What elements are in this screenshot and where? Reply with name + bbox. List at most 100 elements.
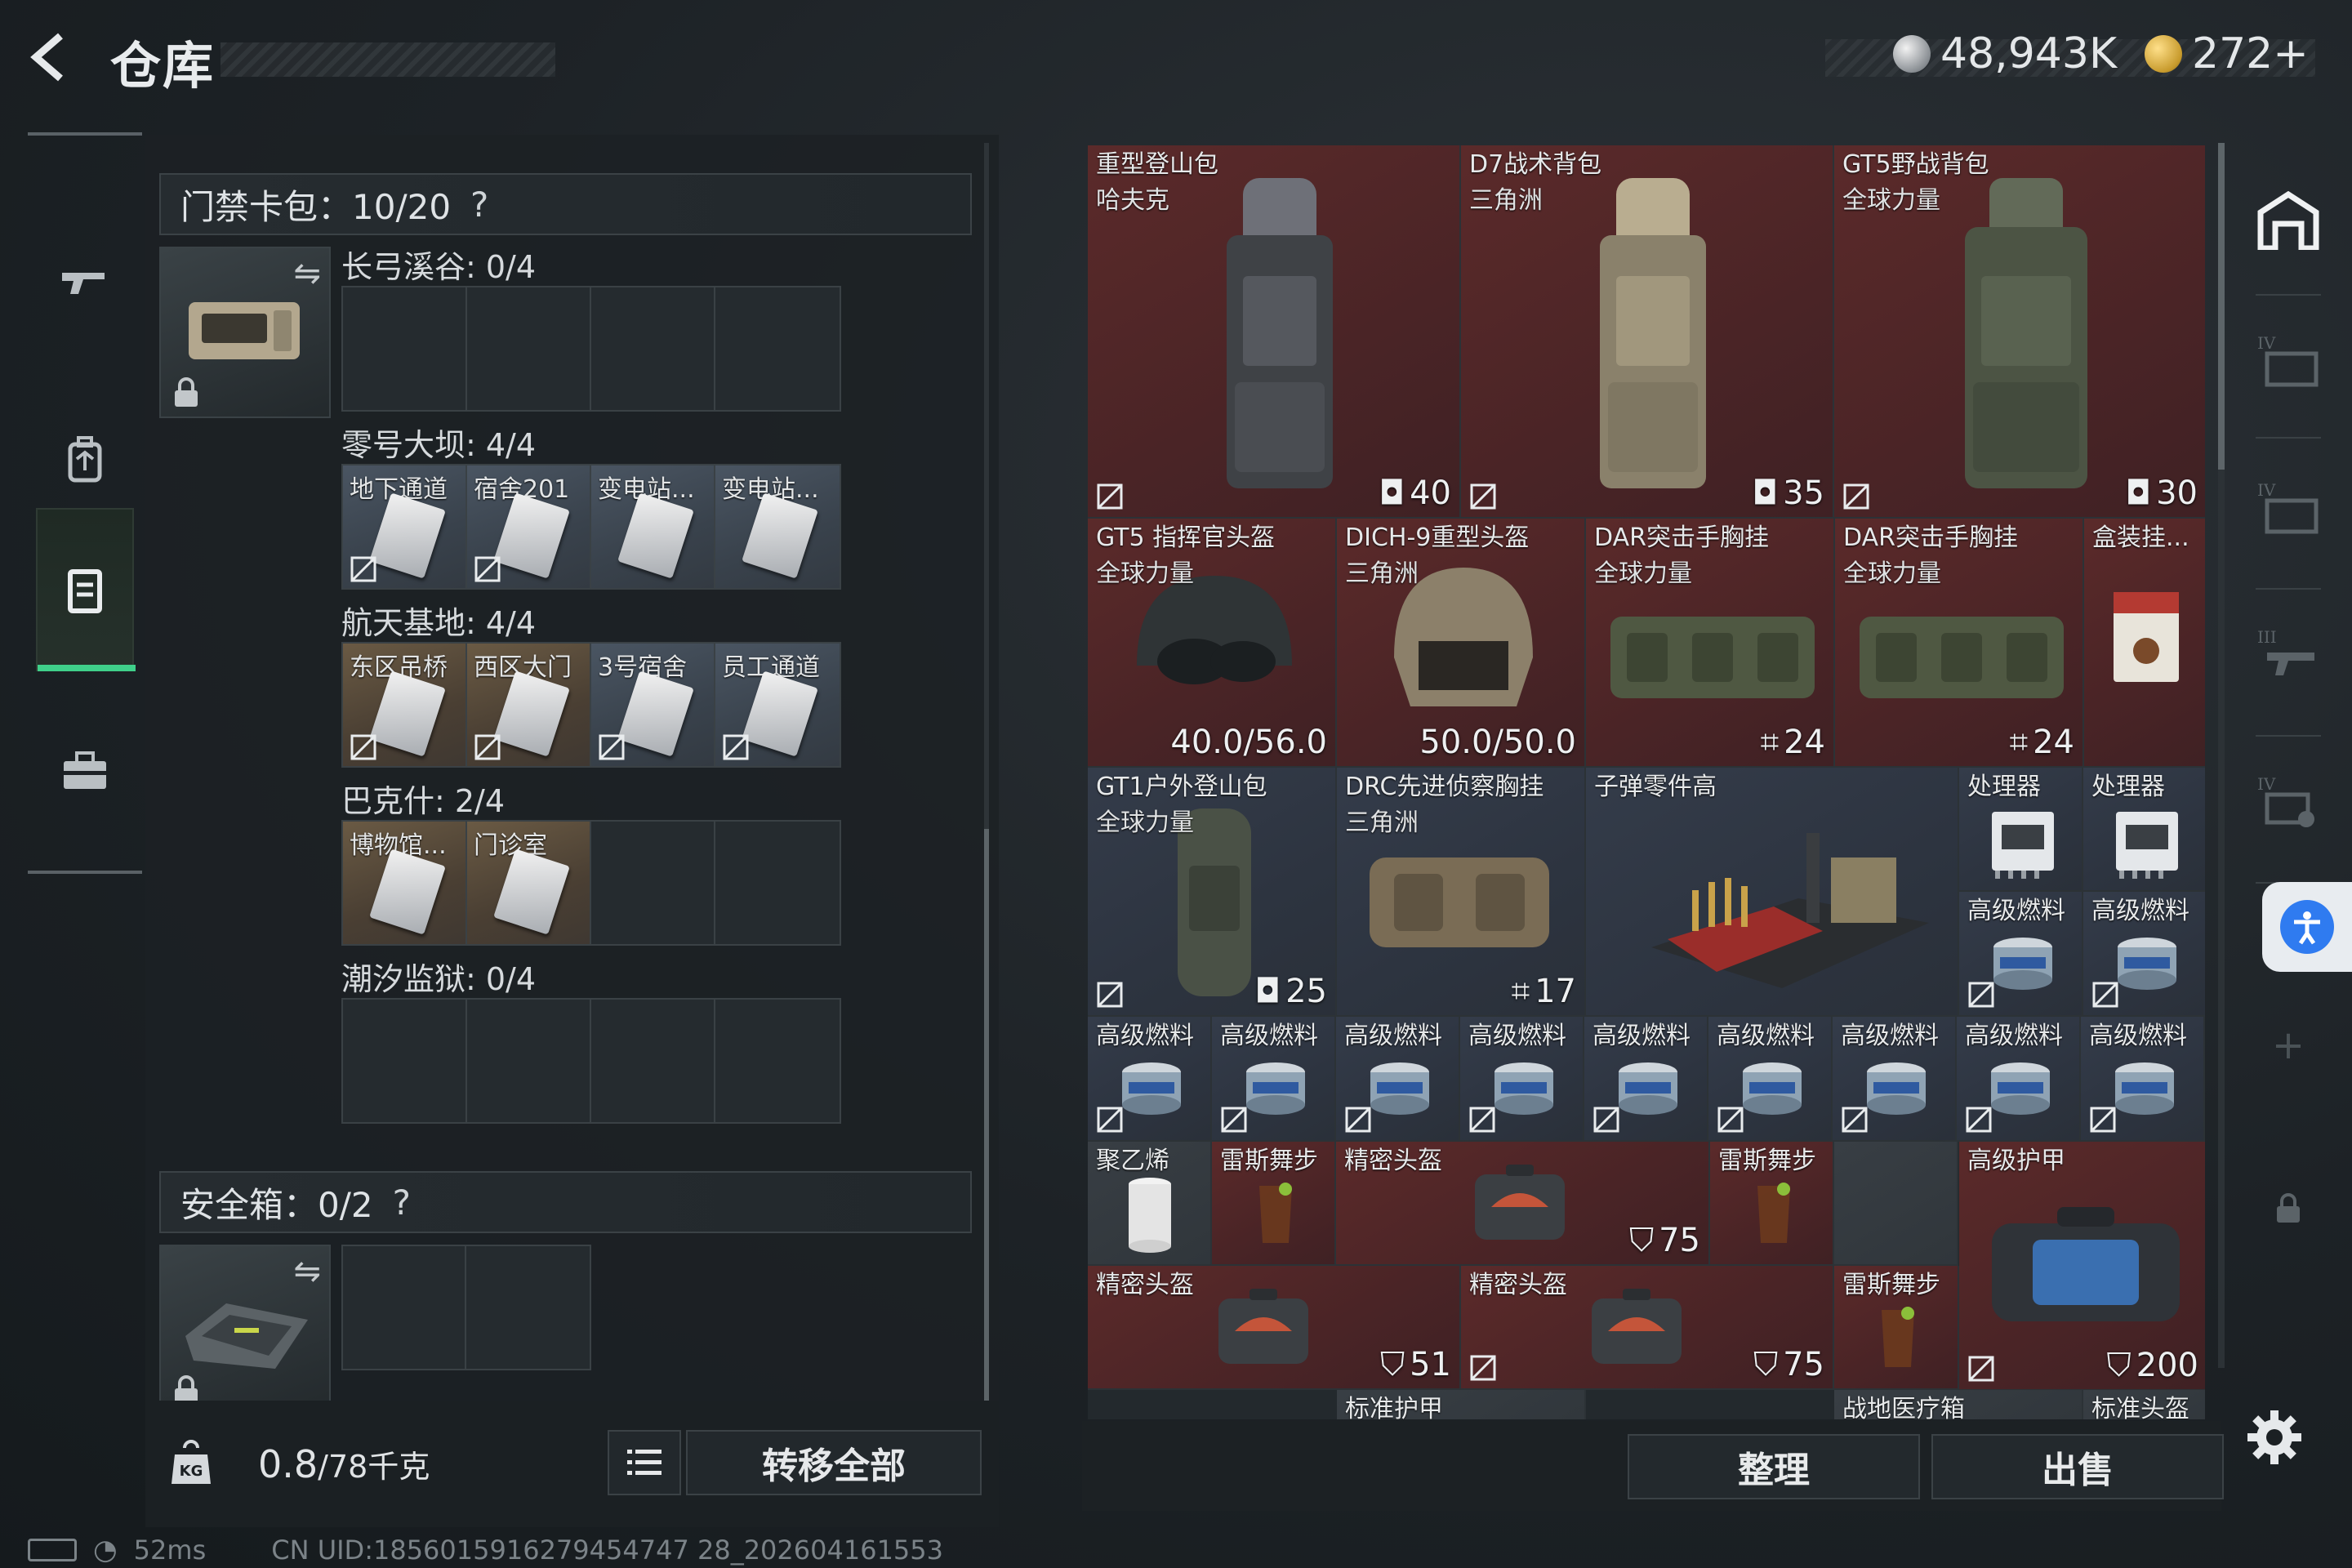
keycard-slot-empty[interactable] (467, 1000, 591, 1122)
item-drc-chest-rig[interactable]: DRC先进侦察胸挂 三角洲 ⌗ 17 (1337, 768, 1586, 1017)
item-polyethylene[interactable]: 聚乙烯 (1088, 1142, 1212, 1266)
item-processor[interactable]: 处理器 (2083, 768, 2205, 892)
item-advanced-fuel[interactable]: 高级燃料 (1959, 892, 2083, 1017)
rail-item-storage-4[interactable]: IV (2239, 314, 2337, 404)
item-standard-armor[interactable]: 标准护甲 (1337, 1390, 1586, 1419)
sell-button[interactable]: 出售 (1931, 1434, 2224, 1499)
item-advanced-fuel[interactable]: 高级燃料 (1584, 1017, 1708, 1142)
keycard-slot[interactable]: 地下通道 (343, 466, 467, 588)
item-advanced-fuel[interactable]: 高级燃料 (1708, 1017, 1833, 1142)
item-ammo-parts[interactable]: 子弹零件高 (1586, 768, 1959, 1017)
item-advanced-fuel[interactable]: 高级燃料 (1088, 1017, 1212, 1142)
currency-gold[interactable]: 272+ (2145, 29, 2309, 78)
item-precision-helmet[interactable]: 精密头盔 ⛉ 51 (1088, 1266, 1461, 1390)
item-advanced-fuel[interactable]: 高级燃料 (1460, 1017, 1584, 1142)
keycard-slot-empty[interactable] (715, 287, 840, 410)
item-advanced-fuel[interactable]: 高级燃料 (1957, 1017, 2081, 1142)
keycard-slot[interactable]: 博物馆... (343, 822, 467, 944)
keycard-slot[interactable]: 西区大门 (467, 644, 591, 766)
keycard-group-label: 航天基地: 4/4 (341, 605, 537, 641)
container-panel-scrollbar[interactable] (984, 143, 989, 1417)
rail-item-storage-4c[interactable]: IV (2239, 755, 2337, 845)
currency-silver[interactable]: 48,943K (1893, 29, 2117, 78)
item-advanced-armor[interactable]: 高级护甲 ⛉ 200 (1959, 1142, 2205, 1391)
swap-icon[interactable]: ⇋ (293, 1253, 321, 1290)
safe-box-help-button[interactable]: ? (393, 1183, 411, 1223)
rail-item-storage-3[interactable]: III (2239, 608, 2337, 698)
safe-box-slot-empty[interactable] (466, 1246, 590, 1369)
rail-divider (28, 871, 142, 874)
keycard-slot[interactable]: 变电站... (715, 466, 840, 588)
item-name: 高级燃料 (1965, 1022, 2063, 1050)
rail-item-warehouse-main[interactable] (2239, 176, 2337, 265)
weight-readout: 0.8/78千克 (258, 1441, 430, 1486)
item-rhythm-drink[interactable]: 雷斯舞步 (1834, 1266, 1959, 1390)
safe-box-slot[interactable]: ⇋ (159, 1245, 331, 1416)
keycard-slot[interactable]: 变电站... (591, 466, 715, 588)
swap-icon[interactable]: ⇋ (293, 255, 321, 292)
rail-item-container[interactable] (36, 508, 136, 671)
keycard-slot-empty[interactable] (715, 822, 840, 944)
keycard-slot[interactable]: 门诊室 (467, 822, 591, 944)
item-precision-helmet[interactable]: 精密头盔 ⛉ 75 (1336, 1142, 1710, 1266)
item-advanced-fuel[interactable]: 高级燃料 (2083, 892, 2205, 1017)
item-advanced-fuel[interactable]: 高级燃料 (1336, 1017, 1460, 1142)
safe-box-slot-empty[interactable] (343, 1246, 467, 1369)
settings-gear-icon[interactable] (2246, 1409, 2303, 1466)
keycard-slot-empty[interactable] (715, 1000, 840, 1122)
item-precision-helmet[interactable]: 精密头盔 ⛉ 75 (1461, 1266, 1834, 1390)
keycard-help-button[interactable]: ? (470, 185, 488, 225)
left-category-rail (28, 132, 142, 874)
item-heavy-backpack[interactable]: 重型登山包 哈夫克 ◘ 40 (1088, 145, 1461, 519)
item-advanced-fuel[interactable]: 高级燃料 (1833, 1017, 1957, 1142)
keycard-icon (493, 670, 570, 757)
item-advanced-fuel[interactable]: 高级燃料 (2081, 1017, 2205, 1142)
transfer-all-button[interactable]: 转移全部 (686, 1430, 982, 1495)
keycard-slot[interactable]: 宿舍201 (467, 466, 591, 588)
keycard-slot-empty[interactable] (343, 287, 467, 410)
keycard-pack-slot[interactable]: ⇋ (159, 247, 331, 418)
item-faction: 全球力量 (1594, 559, 1692, 588)
item-rhythm-drink[interactable]: 雷斯舞步 (1212, 1142, 1336, 1266)
keycard-slot-empty[interactable] (591, 822, 715, 944)
keycard-slot[interactable]: 3号宿舍 (591, 644, 715, 766)
storage-folder-icon: IV (2257, 333, 2319, 387)
warehouse-scrollbar[interactable] (2218, 143, 2225, 1368)
item-gt5-helmet[interactable]: GT5 指挥官头盔 全球力量 40.0/56.0 (1088, 519, 1337, 768)
item-capacity: ⌗ 24 (2010, 724, 2074, 761)
rail-item-add[interactable]: + (2239, 1000, 2337, 1090)
keycard-slot-empty[interactable] (343, 1000, 467, 1122)
item-processor[interactable]: 处理器 (1959, 768, 2083, 892)
back-button[interactable] (24, 31, 90, 88)
polyethylene-roll-icon (1129, 1178, 1171, 1253)
scrollbar-thumb[interactable] (984, 829, 989, 1417)
item-dich9-helmet[interactable]: DICH-9重型头盔 三角洲 50.0/50.0 (1337, 519, 1586, 768)
keycard-slot[interactable]: 员工通道 (715, 644, 840, 766)
accessibility-button[interactable] (2262, 882, 2352, 972)
keycard-slot-empty[interactable] (591, 287, 715, 410)
keycard-slot-empty[interactable] (591, 1000, 715, 1122)
item-gt5-backpack[interactable]: GT5野战背包 全球力量 ◘ 30 (1834, 145, 2205, 519)
item-d7-backpack[interactable]: D7战术背包 三角洲 ◘ 35 (1461, 145, 1834, 519)
item-advanced-fuel[interactable]: 高级燃料 (1212, 1017, 1336, 1142)
rail-item-storage-4b[interactable]: IV (2239, 461, 2337, 551)
keycard-slot-empty[interactable] (467, 287, 591, 410)
keycard-slot[interactable]: 东区吊桥 (343, 644, 467, 766)
scrollbar-thumb[interactable] (2218, 143, 2225, 470)
chest-rig-icon (1860, 617, 2064, 698)
organize-button[interactable]: 整理 (1628, 1434, 1920, 1499)
grid-empty-cell[interactable] (1834, 1142, 1958, 1266)
item-dar-chest-rig[interactable]: DAR突击手胸挂 全球力量 ⌗ 24 (1586, 519, 1835, 768)
item-dar-chest-rig[interactable]: DAR突击手胸挂 全球力量 ⌗ 24 (1835, 519, 2084, 768)
item-field-medkit[interactable]: 战地医疗箱 (1834, 1390, 2083, 1419)
item-name: 高级燃料 (1096, 1022, 1194, 1050)
capacity-value: 17 (1535, 973, 1576, 1010)
item-gt1-backpack[interactable]: GT1户外登山包 全球力量 ◘ 25 (1088, 768, 1337, 1017)
fuel-can-icon (1619, 1062, 1677, 1115)
rail-item-weapon[interactable] (36, 201, 134, 364)
item-standard-helmet[interactable]: 标准头盔 (2083, 1390, 2205, 1419)
list-view-button[interactable] (608, 1430, 681, 1495)
item-rhythm-drink[interactable]: 雷斯舞步 (1710, 1142, 1834, 1266)
rail-item-toolbox[interactable] (36, 688, 134, 851)
item-boxed[interactable]: 盒装挂... (2084, 519, 2205, 768)
